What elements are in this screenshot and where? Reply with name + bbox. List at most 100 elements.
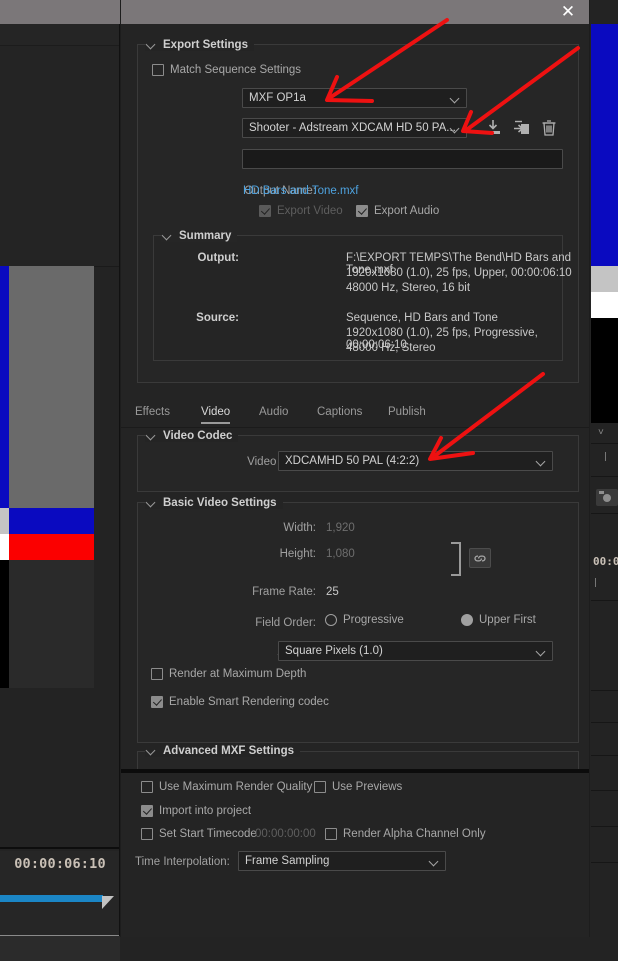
basic-video-title-text: Basic Video Settings — [163, 497, 277, 509]
bg-left-source-panel-tabs — [0, 24, 120, 46]
summary-group-title[interactable]: Summary — [161, 230, 238, 242]
field-order-progressive-label: Progressive — [343, 614, 404, 626]
checkbox-box — [141, 781, 153, 793]
dialog-body: Export Settings Match Sequence Settings … — [121, 24, 589, 791]
tab-publish-label: Publish — [388, 406, 426, 418]
dialog-titlebar: ✕ — [121, 0, 589, 24]
set-start-timecode-checkbox[interactable]: Set Start Timecode — [141, 828, 257, 840]
frame-rate-value[interactable]: 25 — [326, 586, 339, 598]
aspect-value: Square Pixels (1.0) — [285, 645, 383, 657]
bg-right-separator-8 — [591, 790, 618, 791]
checkbox-box — [152, 64, 164, 76]
checkbox-box — [151, 668, 163, 680]
tab-publish[interactable]: Publish — [388, 406, 426, 422]
summary-output-line-3: 48000 Hz, Stereo, 16 bit — [346, 282, 471, 294]
dialog-footer: Use Maximum Render Quality Use Previews … — [121, 773, 589, 937]
summary-output-label: Output: — [197, 252, 239, 264]
chevron-down-icon — [537, 648, 545, 656]
bg-right-separator-9 — [591, 826, 618, 827]
import-into-project-checkbox[interactable]: Import into project — [141, 805, 251, 817]
video-codec-value: XDCAMHD 50 PAL (4:2:2) — [285, 455, 420, 467]
settings-tabs: Effects Video Audio Captions Publish — [121, 404, 589, 428]
video-codec-dropdown[interactable]: XDCAMHD 50 PAL (4:2:2) — [278, 451, 553, 471]
radio-dot — [461, 614, 473, 626]
bg-right-chevron-down-icon[interactable]: ˅ — [598, 428, 612, 438]
close-icon[interactable]: ✕ — [551, 0, 585, 24]
chevron-down-icon — [147, 40, 156, 49]
advanced-mxf-title-text: Advanced MXF Settings — [163, 745, 294, 757]
basic-video-settings-group-title[interactable]: Basic Video Settings — [145, 497, 283, 509]
preset-actions — [483, 118, 579, 138]
export-audio-checkbox[interactable]: Export Audio — [356, 205, 439, 217]
playhead-progress-bar[interactable] — [0, 895, 103, 902]
field-order-upper-first-label: Upper First — [479, 614, 536, 626]
render-at-maximum-depth-label: Render at Maximum Depth — [169, 668, 307, 680]
enable-smart-rendering-checkbox[interactable]: Enable Smart Rendering codec — [151, 696, 329, 708]
bg-right-tick-1 — [605, 452, 606, 461]
bg-right-separator-7 — [591, 755, 618, 756]
bg-right-separator-6 — [591, 722, 618, 723]
output-name-link[interactable]: HD Bars and Tone.mxf — [243, 185, 358, 197]
width-value[interactable]: 1,920 — [326, 522, 355, 534]
use-maximum-render-quality-checkbox[interactable]: Use Maximum Render Quality — [141, 781, 312, 793]
link-chain-icon[interactable] — [469, 548, 491, 568]
bg-colorbar-black-edge — [0, 560, 9, 688]
export-settings-title-text: Export Settings — [163, 39, 248, 51]
camera-icon[interactable] — [596, 489, 618, 506]
tab-captions-label: Captions — [317, 406, 363, 418]
chevron-down-icon — [147, 431, 156, 440]
bg-left-lower-panel — [0, 688, 120, 849]
bg-right-colorbar-white — [591, 292, 618, 318]
height-value[interactable]: 1,080 — [326, 548, 355, 560]
bg-right-separator-1 — [591, 443, 618, 444]
time-interpolation-dropdown[interactable]: Frame Sampling — [238, 851, 446, 871]
save-preset-icon[interactable] — [511, 119, 531, 137]
checkbox-box — [259, 205, 271, 217]
checkbox-box — [141, 828, 153, 840]
summary-source-line-1: Sequence, HD Bars and Tone — [346, 312, 498, 324]
chevron-down-icon — [430, 858, 438, 866]
field-order-label: Field Order: — [255, 617, 316, 629]
bg-right-separator-2 — [591, 476, 618, 477]
bg-right-colorbar-black — [591, 318, 618, 423]
preset-dropdown[interactable]: Shooter - Adstream XDCAM HD 50 PA... — [242, 118, 467, 138]
comments-input[interactable] — [242, 149, 563, 169]
tab-effects[interactable]: Effects — [135, 406, 170, 422]
aspect-dropdown[interactable]: Square Pixels (1.0) — [278, 641, 553, 661]
export-video-checkbox[interactable]: Export Video — [259, 205, 343, 217]
tab-audio[interactable]: Audio — [259, 406, 288, 422]
render-at-maximum-depth-checkbox[interactable]: Render at Maximum Depth — [151, 668, 306, 680]
chevron-down-icon — [147, 746, 156, 755]
bg-left-bottom-strip — [0, 936, 120, 961]
match-sequence-settings-checkbox[interactable]: Match Sequence Settings — [152, 64, 301, 76]
bg-right-tick-2 — [595, 578, 596, 587]
use-maximum-render-quality-label: Use Maximum Render Quality — [159, 781, 313, 793]
tab-captions[interactable]: Captions — [317, 406, 362, 422]
bg-left-source-panel — [0, 24, 120, 267]
field-order-progressive-radio[interactable]: Progressive — [325, 614, 404, 626]
field-order-upper-first-radio[interactable]: Upper First — [461, 614, 536, 626]
use-previews-checkbox[interactable]: Use Previews — [314, 781, 402, 793]
playhead-handle[interactable] — [102, 896, 114, 909]
format-dropdown[interactable]: MXF OP1a — [242, 88, 467, 108]
bg-colorbar-blue-edge — [0, 266, 9, 508]
bg-right-separator-5 — [591, 690, 618, 691]
video-codec-group-title[interactable]: Video Codec — [145, 430, 239, 442]
export-settings-group-title[interactable]: Export Settings — [145, 39, 254, 51]
delete-preset-icon[interactable] — [539, 119, 559, 137]
time-interpolation-value: Frame Sampling — [245, 855, 330, 867]
tab-video[interactable]: Video — [201, 406, 231, 424]
advanced-mxf-settings-group-title[interactable]: Advanced MXF Settings — [145, 745, 300, 757]
start-timecode-value[interactable]: 00:00:00:00 — [255, 828, 316, 840]
export-video-label: Export Video — [277, 205, 343, 217]
summary-source-line-3: 48000 Hz, Stereo — [346, 342, 436, 354]
render-alpha-channel-only-checkbox[interactable]: Render Alpha Channel Only — [325, 828, 486, 840]
tab-audio-label: Audio — [259, 406, 289, 418]
summary-source-label: Source: — [196, 312, 239, 324]
import-preset-icon[interactable] — [483, 119, 503, 137]
width-label: Width: — [283, 522, 316, 534]
checkbox-box — [356, 205, 368, 217]
chevron-down-icon — [451, 125, 459, 133]
frame-rate-label: Frame Rate: — [252, 586, 316, 598]
bg-right-timecode: 00:0 — [593, 555, 618, 568]
